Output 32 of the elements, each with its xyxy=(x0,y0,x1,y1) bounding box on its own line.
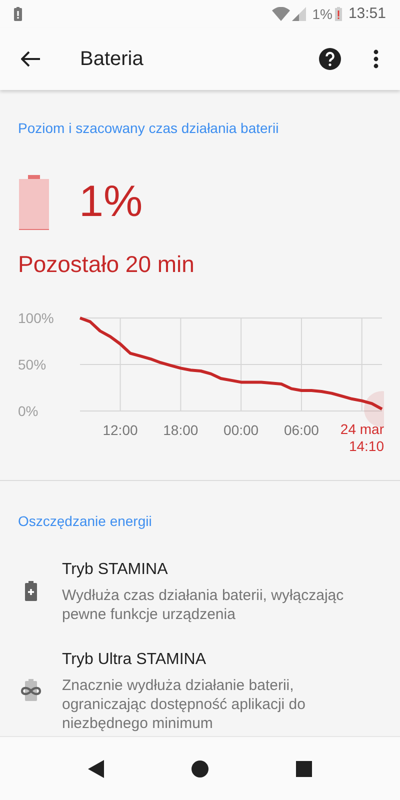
axis-label: 50% xyxy=(18,356,46,372)
section-heading: Poziom i szacowany czas działania baterii xyxy=(18,119,280,138)
battery-percent: 1% xyxy=(79,176,143,228)
axis-label: 24 mar xyxy=(340,420,384,438)
axis-label: 00:00 xyxy=(224,422,259,438)
battery-alert-icon xyxy=(335,7,342,21)
remaining-time: Pozostało 20 min xyxy=(18,250,196,279)
setting-item[interactable]: Tryb STAMINA Wydłuża czas działania baterii, wyłączając pewne funkcje urządzenia xyxy=(18,546,382,636)
item-title: Tryb STAMINA xyxy=(62,560,169,580)
battery-percent: 1% xyxy=(312,4,332,24)
section-heading: Oszczędzanie energii xyxy=(18,512,153,531)
more-vertical-icon xyxy=(373,49,379,69)
current-point-highlight xyxy=(364,390,384,427)
screen-title: Bateria xyxy=(80,47,144,72)
axis-label: 0% xyxy=(18,402,38,418)
axis-label: 06:00 xyxy=(284,422,319,438)
setting-item[interactable]: Tryb Ultra STAMINA Znacznie wydłuża działanie baterii, ograniczając dostępność aplikacji do niezbędnego minimum xyxy=(18,636,382,736)
axis-label: 18:00 xyxy=(163,422,198,438)
item-title: Tryb Ultra STAMINA xyxy=(62,650,208,670)
item-description: Wydłuża czas działania baterii, wyłączając pewne funkcje urządzenia xyxy=(62,586,345,624)
back-arrow-icon xyxy=(21,51,41,67)
help-button[interactable] xyxy=(316,45,344,73)
signal-icon xyxy=(292,7,306,21)
clock: 13:51 xyxy=(348,4,386,24)
battery-infinity-icon xyxy=(19,679,43,701)
axis-label: 14:10 xyxy=(348,438,384,454)
battery-plus-icon xyxy=(25,580,37,600)
item-description: Znacznie wydłuża działanie baterii, ograniczając dostępność aplikacji do niezbędnego minimum xyxy=(62,676,306,732)
axis-label: 12:00 xyxy=(102,422,138,438)
battery-level-icon xyxy=(19,175,49,229)
axis-label: 100% xyxy=(18,310,54,326)
battery-alert-icon xyxy=(14,7,22,21)
